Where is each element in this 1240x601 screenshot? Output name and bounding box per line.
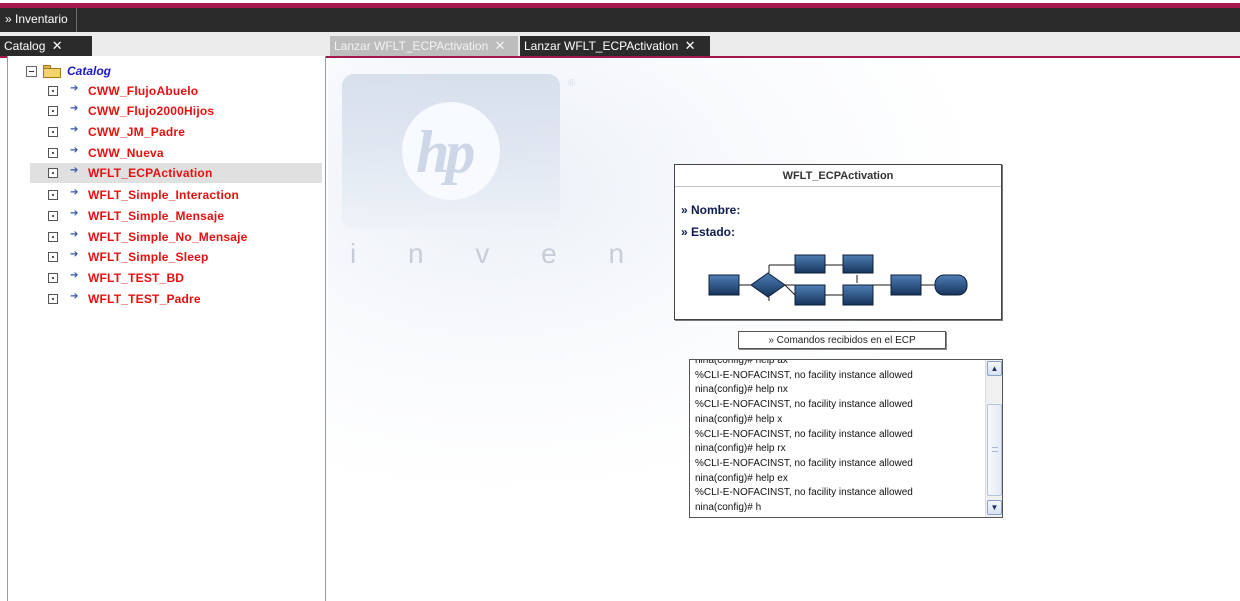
node-icon: [48, 273, 58, 283]
tree-item-label: WFLT_ECPActivation: [88, 166, 213, 180]
registered-mark: ®: [568, 78, 576, 89]
tab-catalog-label: Catalog: [4, 39, 46, 53]
tree-item[interactable]: ➔ WFLT_Simple_Interaction: [30, 185, 322, 205]
workflow-card: WFLT_ECPActivation » Nombre: » Estado:: [674, 164, 1002, 320]
arrow-icon: ➔: [70, 164, 79, 176]
node-icon: [48, 106, 58, 116]
tree-item-label: CWW_Flujo2000Hijos: [88, 104, 215, 118]
collapse-icon[interactable]: [26, 65, 37, 77]
tree-root-label: Catalog: [67, 64, 112, 78]
tab-label: Lanzar WFLT_ECPActivation: [524, 39, 679, 53]
tab-catalog[interactable]: Catalog ✕: [0, 36, 92, 56]
tree-item-label: WFLT_Simple_Interaction: [88, 188, 240, 202]
node-icon: [48, 294, 58, 304]
console-line: nina(config)# help ax: [695, 359, 788, 366]
top-accent-stripe: [0, 0, 1240, 8]
arrow-icon: ➔: [70, 290, 79, 302]
node-icon: [48, 211, 58, 221]
node-icon: [48, 190, 58, 200]
arrow-icon: ➔: [70, 102, 79, 114]
arrow-icon: ➔: [70, 228, 79, 240]
scroll-down-icon[interactable]: ▼: [987, 500, 1002, 515]
arrow-icon: ➔: [70, 207, 79, 219]
console-line: nina(config)# help ex: [695, 472, 788, 484]
arrow-icon: ➔: [70, 82, 79, 94]
console-line: %CLI-E-NOFACINST, no facility instance a…: [695, 369, 913, 381]
tree-item-label: CWW_JM_Padre: [88, 125, 186, 139]
console-lines: nina(config)# help ax %CLI-E-NOFACINST, …: [695, 359, 983, 516]
close-icon[interactable]: ✕: [52, 38, 63, 53]
hp-logo-watermark: hp: [342, 74, 560, 234]
arrow-icon: ➔: [70, 123, 79, 135]
tree-item-label: WFLT_TEST_Padre: [88, 292, 201, 306]
tree-item-label: WFLT_Simple_Mensaje: [88, 209, 225, 223]
console-line: nina(config)# help x: [695, 413, 783, 425]
console-line: %CLI-E-NOFACINST, no facility instance a…: [695, 428, 913, 440]
tree-item[interactable]: ➔ WFLT_Simple_No_Mensaje: [30, 227, 322, 247]
close-icon[interactable]: ✕: [495, 38, 506, 53]
console-line: %CLI-E-NOFACINST, no facility instance a…: [695, 399, 913, 411]
node-icon: [48, 86, 58, 96]
comandos-recibidos-button[interactable]: » Comandos recibidos en el ECP: [738, 331, 946, 349]
tree-item[interactable]: ➔ WFLT_Simple_Sleep: [30, 247, 322, 267]
node-icon: [48, 232, 58, 242]
tree-item[interactable]: ➔ CWW_Flujo2000Hijos: [30, 101, 322, 121]
folder-icon: [43, 64, 61, 78]
tree-item[interactable]: ➔ CWW_JM_Padre: [30, 122, 322, 142]
console-line: nina(config)# help rx: [695, 443, 786, 455]
menu-bar: » Inventario: [0, 8, 1240, 32]
tree-item-label: CWW_FlujoAbuelo: [88, 84, 199, 98]
node-icon: [48, 127, 58, 137]
console-output[interactable]: nina(config)# help ax %CLI-E-NOFACINST, …: [689, 359, 1003, 518]
node-icon: [48, 252, 58, 262]
node-icon: [48, 168, 58, 178]
tree-item[interactable]: ➔ WFLT_TEST_BD: [30, 268, 322, 288]
tree-item[interactable]: ➔ WFLT_Simple_Mensaje: [30, 206, 322, 226]
arrow-icon: ➔: [70, 144, 79, 156]
console-scrollbar[interactable]: ▲ ▼: [985, 360, 1002, 517]
tree-root-catalog[interactable]: Catalog: [26, 62, 111, 80]
arrow-icon: ➔: [70, 186, 79, 198]
arrow-icon: ➔: [70, 248, 79, 260]
workflow-title: WFLT_ECPActivation: [782, 170, 894, 182]
estado-label: » Estado:: [681, 225, 736, 239]
tree-item[interactable]: ➔ WFLT_TEST_Padre: [30, 289, 322, 309]
tree-item-label: WFLT_Simple_No_Mensaje: [88, 230, 248, 244]
divider: [675, 186, 1001, 187]
console-line: %CLI-E-NOFACINST, no facility instance a…: [695, 457, 913, 469]
tree-item-label: WFLT_TEST_BD: [88, 271, 185, 285]
arrow-icon: ➔: [70, 269, 79, 281]
tree-item-label: CWW_Nueva: [88, 146, 164, 160]
console-line: nina(config)# help nx: [695, 384, 788, 396]
tab-lanzar-wflt-inactive[interactable]: Lanzar WFLT_ECPActivation ✕: [330, 36, 518, 56]
tab-lanzar-wflt-active[interactable]: Lanzar WFLT_ECPActivation ✕: [520, 36, 710, 56]
scrollbar-thumb[interactable]: [987, 404, 1002, 496]
close-icon[interactable]: ✕: [685, 38, 696, 53]
tree-item[interactable]: ➔ CWW_Nueva: [30, 143, 322, 163]
tree-item[interactable]: ➔ CWW_FlujoAbuelo: [30, 81, 322, 101]
node-icon: [48, 148, 58, 158]
console-line: %CLI-E-NOFACINST, no facility instance a…: [695, 487, 913, 499]
workflow-diagram-icon: [708, 254, 968, 306]
tab-label: Lanzar WFLT_ECPActivation: [334, 39, 489, 53]
menu-item-inventario[interactable]: » Inventario: [0, 8, 77, 32]
invent-tagline: i n v e n t: [350, 238, 706, 269]
tree-item-label: WFLT_Simple_Sleep: [88, 250, 209, 264]
tree-item-selected[interactable]: ➔ WFLT_ECPActivation: [30, 163, 322, 183]
scroll-up-icon[interactable]: ▲: [987, 361, 1002, 376]
nombre-label: » Nombre:: [681, 203, 741, 217]
console-line: nina(config)# h: [695, 502, 762, 514]
hp-logo-text: hp: [416, 119, 475, 185]
content-area: hp ® i n v e n t WFLT_ECPActivation » No…: [328, 58, 1240, 601]
